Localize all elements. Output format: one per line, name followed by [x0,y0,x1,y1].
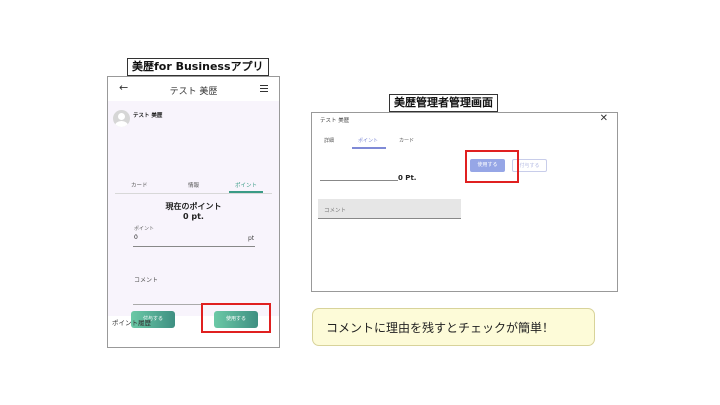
highlight-use-button [465,150,519,183]
current-point-value: 0 pt. [183,212,204,221]
point-input[interactable]: 0 [134,234,138,241]
tab-card[interactable]: カード [399,137,414,144]
user-name: テスト 美歴 [133,113,163,119]
hamburger-menu-icon[interactable] [260,85,268,92]
tab-detail[interactable]: 詳細 [324,137,334,144]
avatar [113,110,130,127]
comment-input[interactable]: コメント [134,275,158,284]
tab-divider [115,193,272,194]
active-tab-indicator [229,191,263,193]
active-tab-indicator [352,147,386,149]
admin-screen-mockup: テスト 美歴 ✕ 詳細 ポイント カード 0 Pt. コメント 使用する 付与す… [311,112,618,292]
highlight-use-button [201,303,271,333]
point-field-label: ポイント [134,226,155,232]
point-input-underline [133,246,255,247]
page-title: テスト 美歴 [169,87,218,97]
app-body: テスト 美歴 カード 情報 ポイント 現在のポイント 0 pt. ポイント 0 … [108,101,279,333]
tab-card[interactable]: カード [131,181,148,189]
caption-mobile-app: 美歴for Businessアプリ [127,58,269,76]
current-point-label: 現在のポイント [165,202,222,211]
point-unit: pt [248,235,255,242]
point-value: 0 Pt. [398,174,417,182]
tab-info[interactable]: 情報 [188,181,199,189]
app-header: ← テスト 美歴 [108,77,279,101]
point-history-label: ポイント履歴 [112,319,151,327]
comment-field[interactable]: コメント [318,199,461,219]
comment-placeholder: コメント [324,208,347,214]
tip-note: コメントに理由を残すとチェックが簡単！ [312,308,595,346]
caption-admin-screen: 美歴管理者管理画面 [389,94,498,112]
point-input[interactable] [320,180,398,181]
admin-dialog-title: テスト 美歴 [320,118,350,124]
tab-point[interactable]: ポイント [358,137,378,144]
tab-point[interactable]: ポイント [235,181,257,189]
close-icon[interactable]: ✕ [600,113,608,125]
mobile-app-mockup: ← テスト 美歴 テスト 美歴 カード 情報 ポイント 現在のポイント 0 pt… [107,76,280,348]
